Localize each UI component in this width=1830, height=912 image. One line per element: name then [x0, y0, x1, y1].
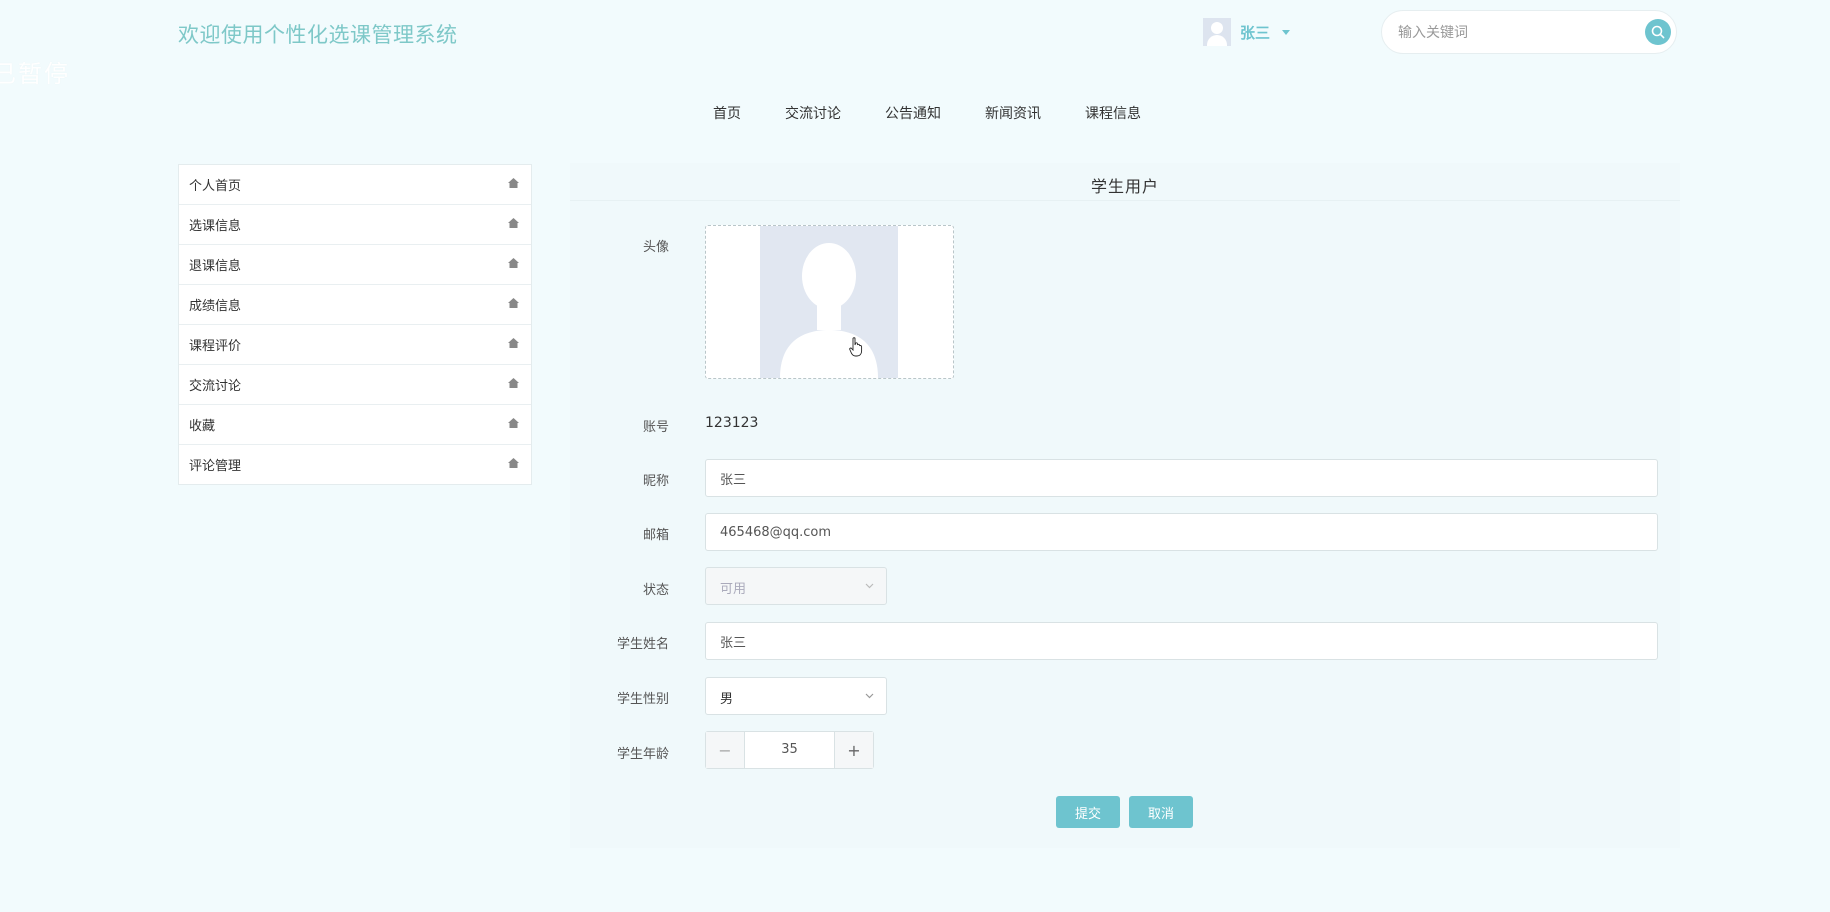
- nav-news[interactable]: 新闻资讯: [963, 103, 1063, 123]
- main-nav: 首页 交流讨论 公告通知 新闻资讯 课程信息: [0, 103, 1830, 123]
- email-field[interactable]: [706, 514, 1657, 550]
- nickname-label: 昵称: [642, 474, 669, 489]
- search-button[interactable]: [1645, 19, 1671, 45]
- caret-down-icon: [1282, 29, 1291, 35]
- home-icon: [508, 178, 519, 188]
- avatar-label: 头像: [642, 240, 669, 255]
- age-value[interactable]: 35: [745, 732, 834, 768]
- person-silhouette-icon: [780, 243, 878, 378]
- sidebar-item-label: 课程评价: [189, 339, 242, 354]
- student-name-label: 学生姓名: [616, 637, 669, 652]
- avatar-placeholder-image: [760, 226, 898, 378]
- sidebar-item-label: 退课信息: [189, 259, 242, 274]
- status-label: 状态: [642, 583, 669, 598]
- sidebar-item-profile[interactable]: 个人首页: [179, 165, 531, 205]
- gender-value: 男: [720, 692, 734, 707]
- status-select: 可用: [705, 567, 887, 605]
- site-title: 欢迎使用个性化选课管理系统: [178, 23, 458, 47]
- nickname-field[interactable]: [706, 460, 1657, 496]
- gender-select[interactable]: 男: [705, 677, 887, 715]
- nav-announcements[interactable]: 公告通知: [863, 103, 963, 123]
- account-value: 123123: [705, 415, 759, 431]
- cancel-button[interactable]: 取消: [1129, 796, 1193, 828]
- home-icon: [508, 458, 519, 468]
- sidebar-item-course-drop[interactable]: 退课信息: [179, 245, 531, 285]
- sidebar-item-comments[interactable]: 评论管理: [179, 445, 531, 484]
- paused-watermark: 已暂停: [0, 60, 70, 88]
- sidebar: 个人首页 选课信息 退课信息 成绩信息 课程评价 交流讨论 收藏 评论管理: [178, 164, 532, 485]
- student-name-field-wrap: [705, 622, 1658, 660]
- search-input[interactable]: [1396, 21, 1630, 45]
- avatar: [1203, 18, 1231, 46]
- nickname-field-wrap: [705, 459, 1658, 497]
- divider: [570, 200, 1680, 201]
- home-icon: [508, 218, 519, 228]
- nav-discussion[interactable]: 交流讨论: [763, 103, 863, 123]
- nav-courses[interactable]: 课程信息: [1063, 103, 1163, 123]
- student-name-field[interactable]: [706, 623, 1657, 659]
- status-value: 可用: [720, 582, 747, 597]
- home-icon: [508, 338, 519, 348]
- sidebar-item-grades[interactable]: 成绩信息: [179, 285, 531, 325]
- home-icon: [508, 298, 519, 308]
- sidebar-item-favorites[interactable]: 收藏: [179, 405, 531, 445]
- home-icon: [508, 378, 519, 388]
- chevron-down-icon: [865, 583, 874, 589]
- account-label: 账号: [642, 420, 669, 435]
- user-name: 张三: [1240, 23, 1271, 42]
- sidebar-item-label: 成绩信息: [189, 299, 242, 314]
- chevron-down-icon: [865, 693, 874, 699]
- avatar-upload[interactable]: [705, 225, 954, 379]
- sidebar-item-discussion[interactable]: 交流讨论: [179, 365, 531, 405]
- increase-button[interactable]: +: [834, 732, 873, 768]
- age-label: 学生年龄: [616, 747, 669, 762]
- sidebar-item-label: 收藏: [189, 419, 216, 434]
- sidebar-item-label: 评论管理: [189, 459, 242, 474]
- decrease-button[interactable]: −: [706, 732, 745, 768]
- home-icon: [508, 258, 519, 268]
- email-field-wrap: [705, 513, 1658, 551]
- nav-home[interactable]: 首页: [691, 103, 763, 123]
- search-icon: [1651, 25, 1665, 39]
- sidebar-item-label: 选课信息: [189, 219, 242, 234]
- gender-label: 学生性别: [616, 692, 669, 707]
- sidebar-item-course-review[interactable]: 课程评价: [179, 325, 531, 365]
- submit-button[interactable]: 提交: [1056, 796, 1120, 828]
- age-stepper: − 35 +: [705, 731, 874, 769]
- page-title: 学生用户: [1090, 177, 1159, 196]
- home-icon: [508, 418, 519, 428]
- sidebar-item-course-selection[interactable]: 选课信息: [179, 205, 531, 245]
- email-label: 邮箱: [642, 528, 669, 543]
- search-box: [1381, 10, 1677, 54]
- user-menu[interactable]: 张三: [1203, 18, 1291, 46]
- hand-cursor-icon: [849, 337, 863, 357]
- sidebar-item-label: 个人首页: [189, 179, 242, 194]
- sidebar-item-label: 交流讨论: [189, 379, 242, 394]
